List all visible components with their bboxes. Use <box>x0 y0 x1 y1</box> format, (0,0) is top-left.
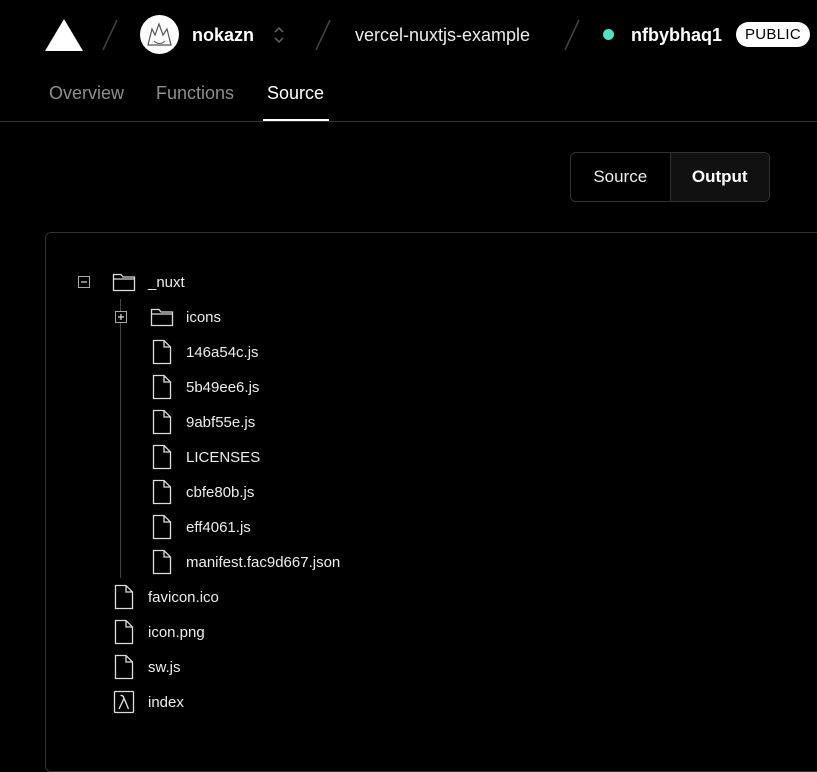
tree-item-label: 9abf55e.js <box>186 413 256 431</box>
top-bar: nokazn vercel-nuxtjs-example nfbybhaq1 P… <box>0 0 817 70</box>
file-icon <box>152 339 172 365</box>
collapse-icon[interactable] <box>78 276 90 288</box>
file-icon <box>152 444 172 470</box>
vercel-logo-icon[interactable] <box>45 19 83 51</box>
tree-item-label: index <box>148 693 184 711</box>
tree-item-label: eff4061.js <box>186 518 251 536</box>
active-tab-indicator <box>263 119 329 121</box>
output-view-button[interactable]: Output <box>669 153 769 201</box>
tree-item-file[interactable]: 146a54c.js <box>150 339 259 365</box>
file-icon <box>152 479 172 505</box>
tree-item-label: cbfe80b.js <box>186 483 255 501</box>
wolf-avatar-icon <box>140 15 179 54</box>
file-icon <box>152 514 172 540</box>
avatar[interactable] <box>140 15 179 54</box>
folder-icon <box>150 308 174 327</box>
file-icon <box>114 654 134 680</box>
breadcrumb-separator-icon <box>102 19 118 51</box>
tree-item-label: favicon.ico <box>148 588 219 606</box>
tree-item-label: _nuxt <box>148 273 185 291</box>
tree-item-label: 146a54c.js <box>186 343 259 361</box>
file-icon <box>152 409 172 435</box>
team-name[interactable]: nokazn <box>192 24 254 46</box>
tab-bar: Overview Functions Source <box>0 70 817 122</box>
source-view-button[interactable]: Source <box>571 153 670 201</box>
folder-icon <box>112 273 136 292</box>
tree-item-label: icon.png <box>148 623 205 641</box>
tree-item-file[interactable]: eff4061.js <box>150 514 251 540</box>
tab-overview[interactable]: Overview <box>49 82 124 104</box>
tree-item-file[interactable]: LICENSES <box>150 444 260 470</box>
tree-item-folder[interactable]: icons <box>150 304 221 330</box>
tree-item-file[interactable]: 9abf55e.js <box>150 409 255 435</box>
file-icon <box>114 584 134 610</box>
tree-item-function[interactable]: index <box>112 689 184 715</box>
lambda-icon <box>113 690 135 714</box>
tree-item-label: icons <box>186 308 222 326</box>
breadcrumb-separator-icon <box>564 19 580 51</box>
deployment-status-dot <box>603 29 614 40</box>
tree-item-folder[interactable]: _nuxt <box>112 269 185 295</box>
tree-item-file[interactable]: sw.js <box>112 654 181 680</box>
file-icon <box>152 374 172 400</box>
tree-item-label: LICENSES <box>186 448 261 466</box>
visibility-badge: PUBLIC <box>736 22 810 47</box>
tab-source[interactable]: Source <box>267 82 324 104</box>
tree-item-file[interactable]: cbfe80b.js <box>150 479 254 505</box>
tree-item-label: 5b49ee6.js <box>186 378 260 396</box>
tree-item-label: manifest.fac9d667.json <box>186 553 341 571</box>
deployment-id[interactable]: nfbybhaq1 <box>631 24 722 46</box>
tree-item-file[interactable]: favicon.ico <box>112 584 219 610</box>
breadcrumb-separator-icon <box>315 19 331 51</box>
tree-guide-line <box>120 299 121 578</box>
tree-item-file[interactable]: icon.png <box>112 619 205 645</box>
view-toggle: Source Output <box>570 152 770 202</box>
expand-icon[interactable] <box>115 311 127 323</box>
tab-functions[interactable]: Functions <box>156 82 234 104</box>
tree-item-file[interactable]: manifest.fac9d667.json <box>150 549 340 575</box>
file-icon <box>152 549 172 575</box>
tree-item-label: sw.js <box>148 658 181 676</box>
project-name[interactable]: vercel-nuxtjs-example <box>355 24 530 46</box>
file-icon <box>114 619 134 645</box>
tree-item-file[interactable]: 5b49ee6.js <box>150 374 259 400</box>
chevron-up-down-icon[interactable] <box>270 23 288 47</box>
